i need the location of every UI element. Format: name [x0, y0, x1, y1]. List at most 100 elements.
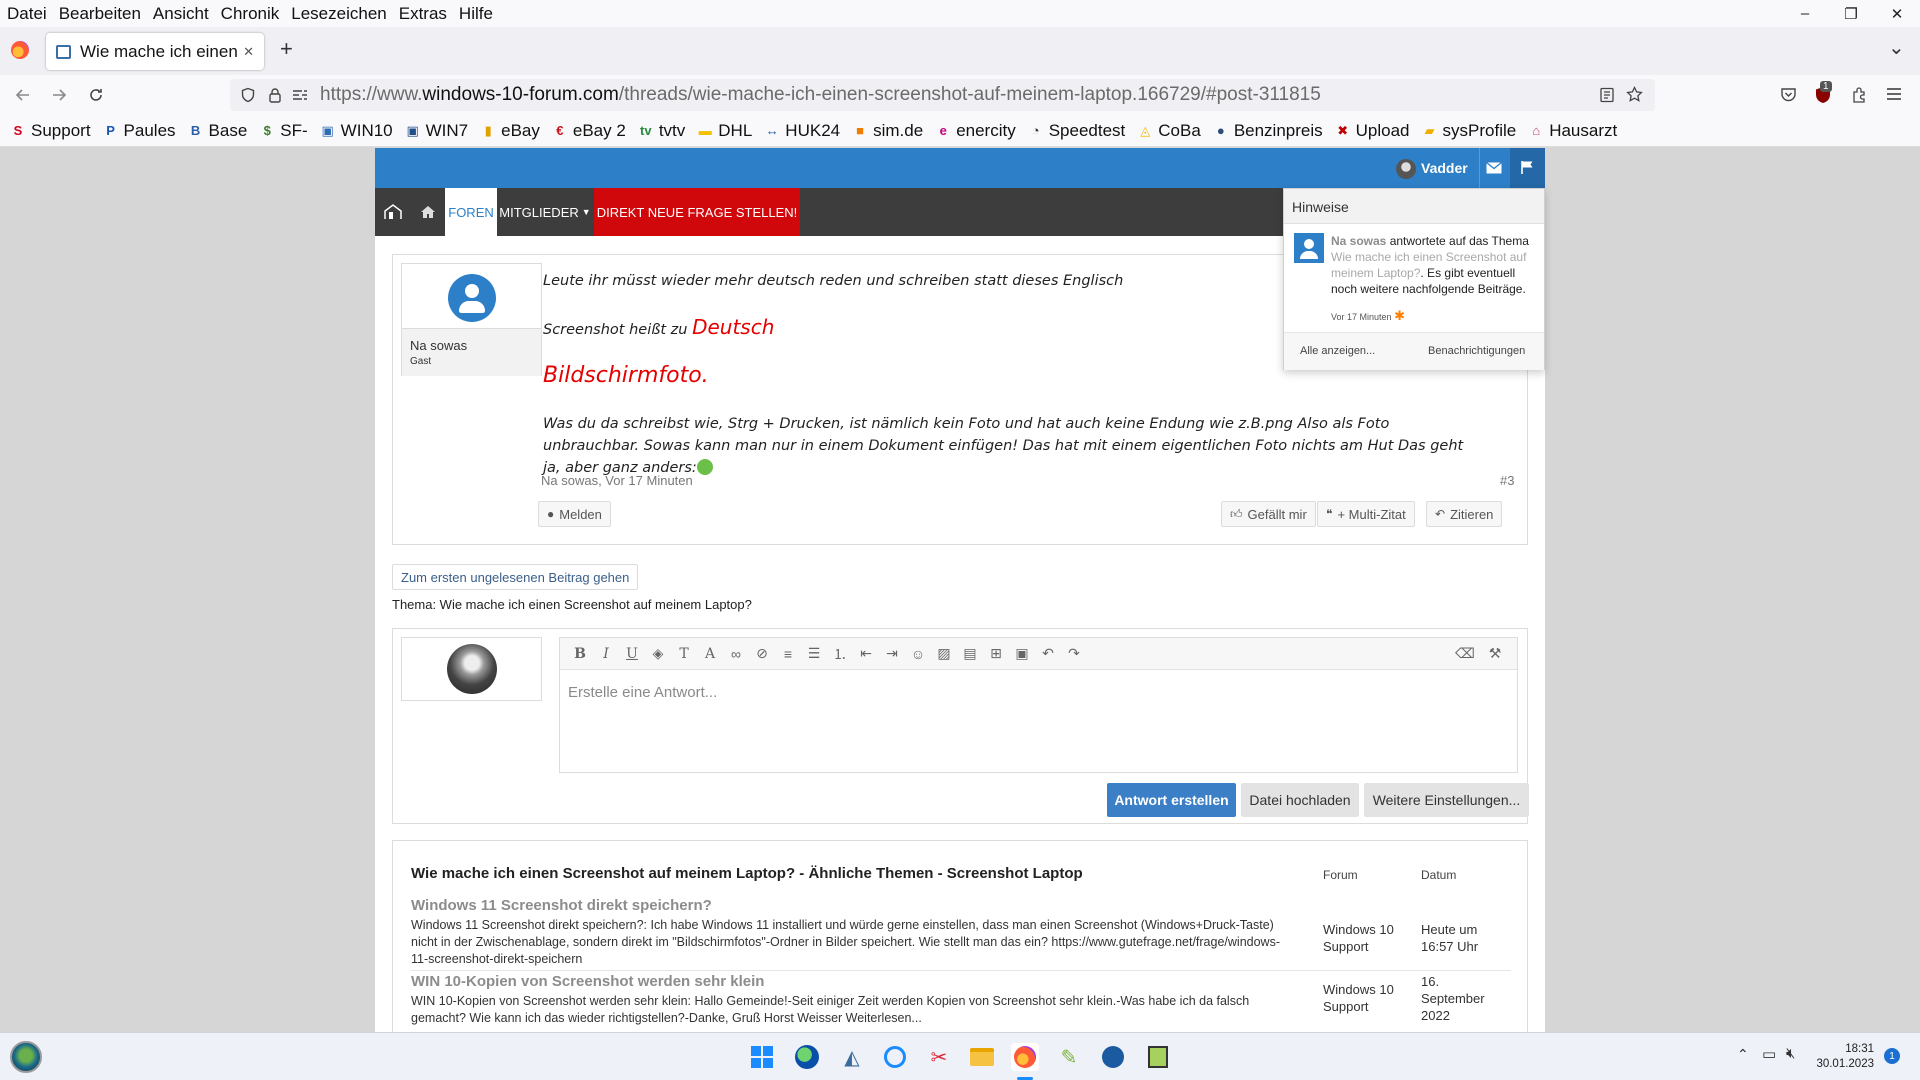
- bookmark-star-icon[interactable]: [1626, 86, 1643, 103]
- snipping-tool-icon[interactable]: ✂: [925, 1043, 953, 1071]
- tab-foren[interactable]: FOREN: [445, 188, 497, 236]
- media-icon[interactable]: ▤: [960, 645, 980, 662]
- user-avatar-small[interactable]: [1396, 159, 1416, 179]
- url-bar[interactable]: https://www. windows-10-forum.com/threads…: [230, 79, 1655, 111]
- wrench-icon[interactable]: ⚒: [1485, 645, 1505, 662]
- bookmark-item[interactable]: ▣ WIN7: [405, 121, 468, 141]
- underline-icon[interactable]: U: [622, 646, 642, 662]
- network-icon[interactable]: ▭: [1762, 1045, 1776, 1063]
- goto-unread-link[interactable]: Zum ersten ungelesenen Beitrag gehen: [392, 564, 639, 590]
- bookmark-item[interactable]: e enercity: [935, 121, 1016, 141]
- file-explorer-icon[interactable]: [968, 1043, 996, 1071]
- alert-avatar[interactable]: [1294, 233, 1324, 263]
- firefox-view-icon[interactable]: [11, 41, 29, 59]
- bookmark-item[interactable]: ◔ Speedtest: [1028, 121, 1126, 141]
- multiquote-button[interactable]: ❝ + Multi-Zitat: [1317, 501, 1415, 527]
- user-name-link[interactable]: Vadder: [1421, 160, 1468, 176]
- forum-logo-icon[interactable]: [375, 188, 410, 236]
- current-user-avatar[interactable]: [447, 644, 497, 694]
- notification-badge[interactable]: 1: [1884, 1048, 1900, 1064]
- eraser-icon[interactable]: ⌫: [1455, 645, 1475, 662]
- smiley-icon[interactable]: ☺: [908, 646, 928, 662]
- bookmark-item[interactable]: € eBay 2: [552, 121, 626, 141]
- menu-datei[interactable]: Datei: [0, 4, 53, 24]
- tab-mitglieder[interactable]: MITGLIEDER ▼: [497, 188, 593, 236]
- bookmark-item[interactable]: ▬ DHL: [697, 121, 753, 141]
- bookmark-item[interactable]: B Base: [188, 121, 247, 141]
- reload-button[interactable]: [84, 83, 108, 107]
- redo-icon[interactable]: ↷: [1064, 645, 1084, 662]
- reader-view-icon[interactable]: [1599, 87, 1615, 103]
- bookmark-item[interactable]: S Support: [10, 121, 91, 141]
- bookmark-item[interactable]: ▮ eBay: [480, 121, 540, 141]
- like-button[interactable]: 👍︎ Gefällt mir: [1221, 501, 1316, 527]
- extensions-puzzle-icon[interactable]: [1851, 86, 1868, 104]
- tray-chevron-up-icon[interactable]: ⌃: [1737, 1046, 1749, 1063]
- ask-question-button[interactable]: DIREKT NEUE FRAGE STELLEN!: [594, 188, 800, 236]
- post-number[interactable]: #3: [1500, 473, 1514, 488]
- related-item-forum[interactable]: Windows 10 Support: [1323, 921, 1407, 955]
- bookmark-item[interactable]: ▣ WIN10: [320, 121, 393, 141]
- speaker-muted-icon[interactable]: 🔇︎: [1786, 1045, 1795, 1062]
- envelope-icon[interactable]: [1486, 162, 1502, 174]
- alert-settings-link[interactable]: Benachrichtigungen: [1428, 345, 1525, 357]
- home-button[interactable]: [410, 188, 445, 236]
- image-icon[interactable]: ▨: [934, 645, 954, 662]
- firefox-taskbar-icon[interactable]: [1011, 1043, 1039, 1071]
- github-app-icon[interactable]: [1099, 1043, 1127, 1071]
- menu-lesezeichen[interactable]: Lesezeichen: [285, 4, 392, 24]
- font-size-icon[interactable]: T: [674, 646, 694, 662]
- menu-chronik[interactable]: Chronik: [215, 4, 286, 24]
- default-avatar-icon[interactable]: [448, 274, 496, 322]
- alerts-tab[interactable]: [1510, 148, 1545, 188]
- forward-button[interactable]: [47, 83, 71, 107]
- shield-icon[interactable]: [240, 87, 256, 103]
- tab-active[interactable]: Wie mache ich einen Screenshot ✕: [46, 33, 264, 70]
- more-options-button[interactable]: Weitere Einstellungen...: [1364, 783, 1529, 817]
- windows-start-icon[interactable]: [748, 1043, 776, 1071]
- save-draft-icon[interactable]: ▣: [1012, 645, 1032, 662]
- reply-textarea[interactable]: Erstelle eine Antwort...: [568, 684, 717, 701]
- bold-icon[interactable]: B: [570, 646, 590, 662]
- globe-app-icon[interactable]: [793, 1043, 821, 1071]
- start-orb-icon[interactable]: [10, 1041, 42, 1073]
- related-item-forum[interactable]: Windows 10 Support: [1323, 981, 1407, 1015]
- italic-icon[interactable]: I: [596, 646, 616, 662]
- alert-user-link[interactable]: Na sowas: [1331, 234, 1386, 248]
- bookmark-item[interactable]: ⌂ Hausarzt: [1528, 121, 1617, 141]
- bookmark-item[interactable]: ● Benzinpreis: [1213, 121, 1323, 141]
- menu-extras[interactable]: Extras: [393, 4, 453, 24]
- paint-app-icon[interactable]: ✎: [1055, 1043, 1083, 1071]
- close-window-button[interactable]: ✕: [1874, 0, 1920, 27]
- permissions-icon[interactable]: [292, 88, 308, 102]
- arrows-app-icon[interactable]: ◭: [838, 1043, 866, 1071]
- new-tab-button[interactable]: +: [280, 36, 293, 62]
- tab-close-icon[interactable]: ✕: [243, 44, 254, 60]
- author-name[interactable]: Na sowas: [410, 338, 467, 353]
- menu-bearbeiten[interactable]: Bearbeiten: [53, 4, 147, 24]
- restore-button[interactable]: ❐: [1828, 0, 1874, 27]
- bookmark-item[interactable]: ↔ HUK24: [764, 121, 840, 141]
- chat-app-icon[interactable]: [881, 1043, 909, 1071]
- lock-icon[interactable]: [268, 87, 282, 103]
- clock[interactable]: 18:31 30.01.2023: [1814, 1042, 1874, 1072]
- minimize-button[interactable]: –: [1782, 0, 1828, 27]
- report-button[interactable]: ● Melden: [538, 501, 611, 527]
- notepad-app-icon[interactable]: [1144, 1043, 1172, 1071]
- align-icon[interactable]: ≡: [778, 646, 798, 662]
- upload-file-button[interactable]: Datei hochladen: [1241, 783, 1359, 817]
- outdent-icon[interactable]: ⇤: [856, 645, 876, 662]
- submit-reply-button[interactable]: Antwort erstellen: [1107, 783, 1236, 817]
- related-item-title[interactable]: WIN 10-Kopien von Screenshot werden sehr…: [411, 973, 764, 990]
- pocket-icon[interactable]: [1780, 87, 1797, 103]
- numbered-list-icon[interactable]: ⒈: [830, 644, 850, 664]
- bookmark-item[interactable]: $ SF-: [259, 121, 308, 141]
- insert-icon[interactable]: ⊞: [986, 645, 1006, 662]
- bookmark-item[interactable]: ✖ Upload: [1335, 121, 1409, 141]
- undo-icon[interactable]: ↶: [1038, 645, 1058, 662]
- post-meta[interactable]: Na sowas, Vor 17 Minuten: [541, 473, 693, 488]
- bookmark-item[interactable]: ◬ CoBa: [1137, 121, 1201, 141]
- bookmark-item[interactable]: ▰ sysProfile: [1422, 121, 1517, 141]
- menu-hilfe[interactable]: Hilfe: [453, 4, 499, 24]
- unlink-icon[interactable]: ⊘: [752, 645, 772, 662]
